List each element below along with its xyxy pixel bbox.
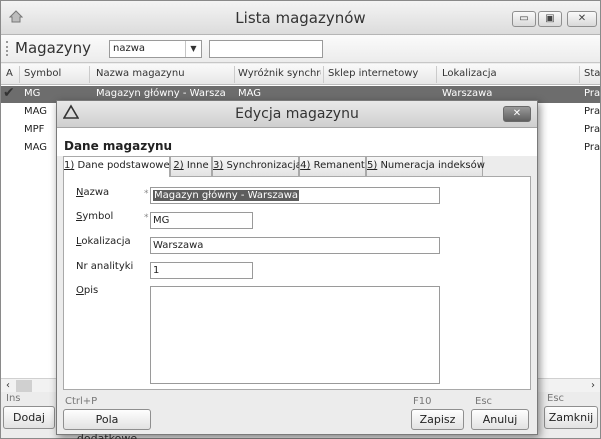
- column-header-status[interactable]: Sta: [584, 68, 600, 79]
- dialog-tabs: 1) Dane podstawowe 2) Inne 3) Synchroniz…: [63, 156, 533, 177]
- maximize-button[interactable]: ▣: [538, 11, 562, 27]
- tab-remanent[interactable]: 4) Remanent: [299, 156, 366, 176]
- row-status: Prac: [584, 124, 600, 135]
- close-list-button[interactable]: Zamknij: [544, 406, 598, 429]
- dialog-title: Edycja magazynu: [235, 106, 359, 122]
- column-header-active[interactable]: A: [6, 68, 13, 79]
- active-check-icon: ✔: [3, 85, 15, 101]
- column-divider[interactable]: [89, 66, 90, 83]
- tab-label: Dane podstawowe: [74, 160, 170, 171]
- scroll-right-icon[interactable]: ›: [586, 379, 600, 393]
- tab-dane-podstawowe[interactable]: 1) Dane podstawowe: [63, 156, 170, 177]
- column-header-symbol[interactable]: Symbol: [24, 68, 61, 79]
- add-hint: Ins: [6, 393, 21, 404]
- row-location: Warszawa: [442, 88, 493, 99]
- chevron-down-icon[interactable]: ▼: [185, 41, 201, 57]
- tab-label: Inne: [183, 160, 209, 171]
- description-label: Opis: [76, 285, 98, 296]
- required-mark: *: [144, 189, 149, 199]
- column-divider[interactable]: [19, 66, 20, 83]
- row-status: Prac: [584, 106, 600, 117]
- name-field[interactable]: Magazyn główny - Warszawa: [150, 187, 440, 204]
- toolbar-grip-icon[interactable]: [6, 41, 9, 56]
- description-textarea[interactable]: [150, 286, 440, 384]
- tab-key: 5): [367, 160, 378, 171]
- row-symbol: MAG: [24, 142, 48, 153]
- column-header-sync[interactable]: Wyróżnik synchro.: [238, 68, 321, 79]
- close-hint: Esc: [547, 393, 565, 404]
- row-name: Magazyn główny - Warsza: [96, 88, 226, 99]
- search-input[interactable]: [209, 40, 323, 58]
- location-field[interactable]: Warszawa: [150, 237, 440, 254]
- search-field-select[interactable]: nazwa ▼: [109, 40, 202, 58]
- grid-header: A Symbol Nazwa magazynu Wyróżnik synchro…: [1, 64, 600, 85]
- dialog-title-bar: Edycja magazynu ✕: [57, 101, 537, 128]
- column-divider[interactable]: [579, 66, 580, 83]
- tab-label: Remanent: [310, 160, 365, 171]
- cancel-button[interactable]: Anuluj: [471, 409, 529, 430]
- description-label-key: O: [76, 285, 84, 296]
- add-button[interactable]: Dodaj: [3, 406, 55, 429]
- cancel-hint: Esc: [475, 396, 493, 407]
- close-button[interactable]: ✕: [567, 11, 597, 27]
- save-button[interactable]: Zapisz: [411, 409, 464, 430]
- column-header-location[interactable]: Lokalizacja: [442, 68, 497, 79]
- scroll-thumb[interactable]: [16, 380, 32, 392]
- row-sync: MAG: [238, 88, 262, 99]
- scroll-left-icon[interactable]: ‹: [1, 379, 15, 393]
- location-label: Lokalizacja: [76, 236, 131, 247]
- tab-synchronizacja[interactable]: 3) Synchronizacja: [212, 156, 302, 176]
- column-divider[interactable]: [323, 66, 324, 83]
- name-field-value: Magazyn główny - Warszawa: [153, 190, 300, 201]
- tab-inne[interactable]: 2) Inne: [170, 156, 212, 176]
- row-status: Prac: [584, 88, 600, 99]
- tab-label: Synchronizacja: [223, 160, 302, 171]
- required-mark: *: [144, 213, 149, 223]
- tab-key: 4): [300, 160, 311, 171]
- close-icon: ✕: [577, 13, 587, 24]
- tab-label: Numeracja indeksów: [377, 160, 485, 171]
- column-divider[interactable]: [436, 66, 437, 83]
- tab-key: 3): [213, 160, 224, 171]
- close-icon: ✕: [512, 108, 522, 119]
- tab-numeracja-indeksow[interactable]: 5) Numeracja indeksów: [366, 156, 485, 176]
- dialog-section-title: Dane magazynu: [64, 139, 173, 153]
- location-label-rest: okalizacja: [81, 236, 131, 247]
- save-hint: F10: [413, 396, 432, 407]
- name-label-rest: azwa: [83, 187, 110, 198]
- analytics-label: Nr analityki: [76, 261, 134, 272]
- toolbar: Magazyny nazwa ▼: [1, 35, 600, 63]
- row-status: Prac: [584, 142, 600, 153]
- dialog-header: Dane magazynu: [57, 128, 537, 156]
- dialog-close-button[interactable]: ✕: [503, 106, 531, 122]
- title-bar: Lista magazynów ▭ ▣ ✕: [1, 1, 600, 35]
- symbol-label: Symbol: [76, 211, 113, 222]
- edit-warehouse-dialog: Edycja magazynu ✕ Dane magazynu 1) Dane …: [56, 100, 538, 439]
- name-label: Nazwa: [76, 187, 109, 198]
- tab-panel-dane-podstawowe: Nazwa * Magazyn główny - Warszawa Symbol…: [63, 176, 531, 390]
- dialog-footer: Ctrl+P Pola dodatkowe F10 Zapisz Esc Anu…: [57, 394, 537, 439]
- tab-key: 1): [64, 160, 75, 171]
- symbol-field[interactable]: MG: [150, 212, 253, 229]
- column-divider[interactable]: [234, 66, 235, 83]
- extra-fields-button[interactable]: Pola dodatkowe: [63, 409, 151, 439]
- toolbar-title: Magazyny: [15, 39, 91, 57]
- column-header-shop[interactable]: Sklep internetowy: [328, 68, 418, 79]
- search-field-value: nazwa: [113, 43, 146, 54]
- analytics-field[interactable]: 1: [150, 262, 253, 279]
- extra-fields-hint: Ctrl+P: [65, 396, 98, 407]
- minimize-icon: ▭: [519, 13, 529, 24]
- tab-key: 2): [173, 160, 184, 171]
- minimize-button[interactable]: ▭: [512, 11, 536, 27]
- row-symbol: MG: [24, 88, 41, 99]
- row-symbol: MAG: [24, 106, 48, 117]
- window-title: Lista magazynów: [235, 9, 366, 27]
- maximize-icon: ▣: [545, 13, 555, 24]
- description-label-rest: pis: [83, 285, 99, 296]
- row-symbol: MPF: [24, 124, 45, 135]
- column-header-name[interactable]: Nazwa magazynu: [96, 68, 231, 79]
- symbol-label-rest: ymbol: [82, 211, 114, 222]
